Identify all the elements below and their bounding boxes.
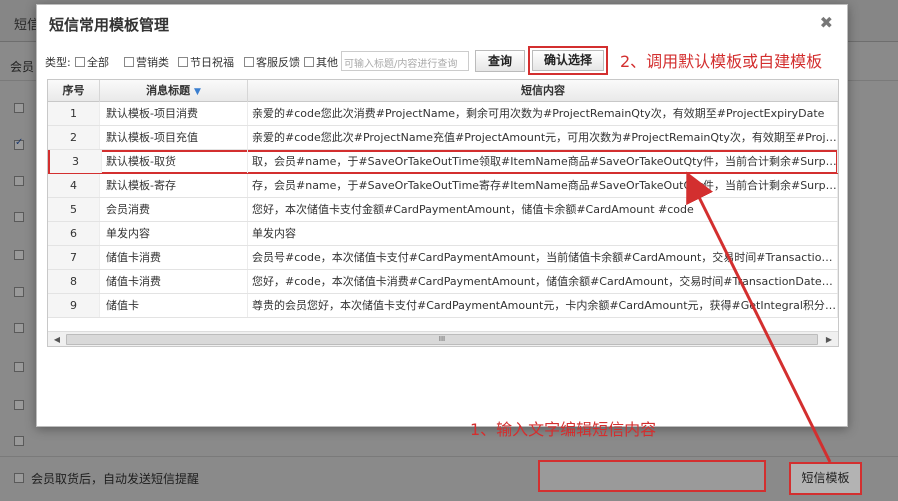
- row-content: 亲爱的#code您此次#ProjectName充值#ProjectAmount元…: [248, 126, 838, 149]
- close-icon[interactable]: ✖: [820, 13, 833, 32]
- row-title: 默认模板-项目充值: [100, 126, 248, 149]
- column-header-content[interactable]: 短信内容: [248, 80, 838, 102]
- checkbox-icon[interactable]: [244, 57, 254, 67]
- row-num: 2: [48, 126, 100, 149]
- auto-sms-label: 会员取货后，自动发送短信提醒: [31, 472, 200, 486]
- filter-option-all[interactable]: 全部: [75, 54, 109, 70]
- sort-down-icon: ▼: [193, 87, 201, 97]
- row-content: 存，会员#name，于#SaveOrTakeOutTime寄存#ItemName…: [248, 174, 838, 197]
- scroll-right-icon[interactable]: ▶: [822, 334, 836, 345]
- table-row[interactable]: 9 储值卡 尊贵的会员您好，本次储值卡支付#CardPaymentAmount元…: [48, 294, 838, 318]
- row-title: 储值卡消费: [100, 270, 248, 293]
- background-checkbox[interactable]: [14, 176, 24, 186]
- table-row[interactable]: 1 默认模板-项目消费 亲爱的#code您此次消费#ProjectName，剩余…: [48, 102, 838, 126]
- background-tab-member[interactable]: 会员: [10, 58, 34, 75]
- confirm-select-button[interactable]: 确认选择: [528, 46, 608, 75]
- annotation-step-1: 1、输入文字编辑短信内容: [470, 420, 657, 439]
- row-content: 您好，本次储值卡支付金额#CardPaymentAmount，储值卡余额#Car…: [248, 198, 838, 221]
- checkbox-icon[interactable]: [304, 57, 314, 67]
- row-content: 尊贵的会员您好，本次储值卡支付#CardPaymentAmount元，卡内余额#…: [248, 294, 838, 317]
- table-row[interactable]: 5 会员消费 您好，本次储值卡支付金额#CardPaymentAmount，储值…: [48, 198, 838, 222]
- query-button[interactable]: 查询: [475, 50, 525, 72]
- table-row[interactable]: 8 储值卡消费 您好，#code，本次储值卡消费#CardPaymentAmou…: [48, 270, 838, 294]
- filter-option-marketing[interactable]: 营销类: [124, 54, 169, 70]
- filter-option-holiday[interactable]: 节日祝福: [178, 54, 234, 70]
- checkbox-icon[interactable]: [178, 57, 188, 67]
- template-table: 序号 消息标题 ▼ 短信内容 1 默认模板-项目消费 亲爱的#code您此次消费…: [47, 79, 839, 347]
- column-header-title[interactable]: 消息标题 ▼: [100, 80, 248, 102]
- scroll-left-icon[interactable]: ◀: [50, 334, 64, 345]
- background-checkbox[interactable]: [14, 362, 24, 372]
- row-num: 6: [48, 222, 100, 245]
- table-row[interactable]: 2 默认模板-项目充值 亲爱的#code您此次#ProjectName充值#Pr…: [48, 126, 838, 150]
- table-row[interactable]: 4 默认模板-寄存 存，会员#name，于#SaveOrTakeOutTime寄…: [48, 174, 838, 198]
- background-checkbox[interactable]: [14, 400, 24, 410]
- row-title: 默认模板-寄存: [100, 174, 248, 197]
- row-title: 会员消费: [100, 198, 248, 221]
- sms-content-input[interactable]: [538, 460, 766, 492]
- row-title: 默认模板-取货: [100, 150, 248, 173]
- search-input[interactable]: 可输入标题/内容进行查询: [341, 51, 469, 71]
- table-row[interactable]: 7 储值卡消费 会员号#code，本次储值卡支付#CardPaymentAmou…: [48, 246, 838, 270]
- background-checkbox[interactable]: [14, 103, 24, 113]
- row-title: 储值卡消费: [100, 246, 248, 269]
- filter-option-feedback[interactable]: 客服反馈: [244, 54, 300, 70]
- table-row-highlighted[interactable]: 3 默认模板-取货 取，会员#name，于#SaveOrTakeOutTime领…: [48, 150, 838, 174]
- row-content: 单发内容: [248, 222, 838, 245]
- background-checkbox[interactable]: [14, 287, 24, 297]
- type-label: 类型:: [45, 56, 71, 69]
- row-num: 3: [50, 150, 102, 173]
- background-checkbox[interactable]: [14, 250, 24, 260]
- background-checkbox-checked[interactable]: [14, 137, 24, 150]
- background-checkbox[interactable]: [14, 436, 24, 446]
- row-num: 9: [48, 294, 100, 317]
- row-num: 5: [48, 198, 100, 221]
- auto-sms-checkbox[interactable]: [14, 473, 24, 483]
- row-content: 亲爱的#code您此次消费#ProjectName，剩余可用次数为#Projec…: [248, 102, 838, 125]
- template-manager-dialog: 短信常用模板管理 ✖ 类型: 全部 营销类 节日祝福 客服反馈 其他 可输入标题…: [36, 4, 848, 439]
- background-checkbox[interactable]: [14, 212, 24, 222]
- divider: [0, 456, 898, 457]
- annotation-step-2: 2、调用默认模板或自建模板: [620, 52, 823, 71]
- background-checkbox[interactable]: [14, 323, 24, 333]
- column-header-num[interactable]: 序号: [48, 80, 100, 102]
- row-content: 取，会员#name，于#SaveOrTakeOutTime领取#ItemName…: [248, 150, 838, 173]
- checkbox-icon[interactable]: [124, 57, 134, 67]
- row-num: 1: [48, 102, 100, 125]
- row-title: 储值卡: [100, 294, 248, 317]
- row-title: 默认模板-项目消费: [100, 102, 248, 125]
- table-header: 序号 消息标题 ▼ 短信内容: [48, 80, 838, 102]
- scroll-thumb[interactable]: III: [66, 334, 818, 345]
- horizontal-scrollbar[interactable]: ◀ III ▶: [48, 331, 838, 346]
- row-title: 单发内容: [100, 222, 248, 245]
- dialog-title: 短信常用模板管理: [49, 16, 170, 34]
- filter-option-other[interactable]: 其他: [304, 54, 338, 70]
- row-num: 4: [48, 174, 100, 197]
- row-num: 8: [48, 270, 100, 293]
- row-num: 7: [48, 246, 100, 269]
- table-row[interactable]: 6 单发内容 单发内容: [48, 222, 838, 246]
- row-content: 您好，#code，本次储值卡消费#CardPaymentAmount，储值余额#…: [248, 270, 838, 293]
- row-content: 会员号#code，本次储值卡支付#CardPaymentAmount，当前储值卡…: [248, 246, 838, 269]
- filter-toolbar: 类型: 全部 营销类 节日祝福 客服反馈 其他 可输入标题/内容进行查询 查询 …: [45, 46, 845, 75]
- sms-template-button[interactable]: 短信模板: [789, 462, 862, 495]
- checkbox-icon[interactable]: [75, 57, 85, 67]
